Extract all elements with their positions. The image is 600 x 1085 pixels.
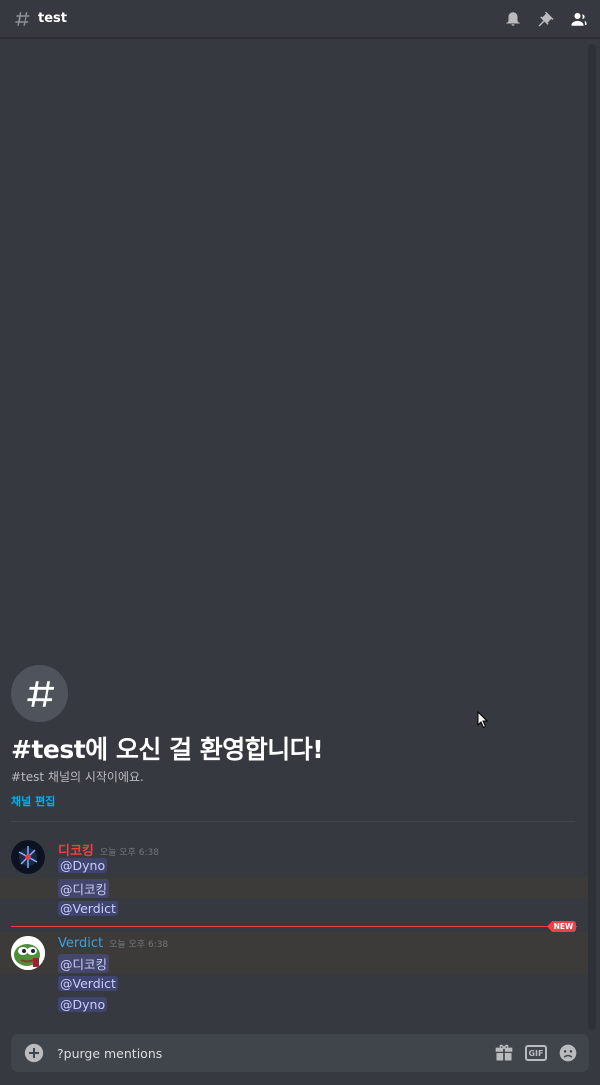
message-header: Verdict 오늘 오후 6:38 (58, 936, 168, 951)
user-mention[interactable]: @Verdict (58, 976, 118, 991)
mouse-cursor-icon (477, 710, 489, 729)
user-mention[interactable]: @Dyno (58, 997, 108, 1012)
welcome-subtitle: #test 채널의 시작이에요. (11, 770, 144, 784)
add-attachment-icon[interactable] (24, 1043, 44, 1063)
new-messages-divider (11, 926, 577, 927)
message-timestamp: 오늘 오후 6:38 (109, 940, 169, 950)
edit-channel-link[interactable]: 채널 편집 (11, 793, 55, 809)
user-mention[interactable]: @Verdict (58, 901, 118, 916)
message-input[interactable] (57, 1038, 493, 1068)
message-line: @Verdict (0, 899, 588, 920)
channel-header: test (0, 0, 600, 38)
gif-button[interactable]: GIF (525, 1045, 547, 1061)
gift-icon[interactable] (493, 1042, 515, 1064)
message-line: @디코킹 (0, 952, 588, 973)
members-icon[interactable] (568, 8, 590, 30)
emoji-icon[interactable] (557, 1042, 579, 1064)
welcome-title: #test에 오신 걸 환영합니다! (11, 735, 324, 764)
scrollbar[interactable] (588, 44, 596, 1030)
message-composer: GIF (11, 1034, 589, 1072)
pin-icon[interactable] (535, 8, 557, 30)
channel-welcome-hash-icon (11, 665, 68, 722)
message-line: @Dyno (0, 995, 588, 1016)
divider (11, 821, 575, 822)
user-mention[interactable]: @디코킹 (58, 879, 110, 898)
channel-name: test (38, 11, 67, 26)
bell-icon[interactable] (502, 8, 524, 30)
user-mention[interactable]: @디코킹 (58, 954, 110, 973)
message-line: @Dyno (0, 856, 588, 877)
user-mention[interactable]: @Dyno (58, 858, 108, 873)
hash-icon (12, 9, 32, 29)
new-messages-badge: NEW (547, 921, 576, 932)
message-line: @Verdict (0, 974, 588, 995)
message-author[interactable]: Verdict (58, 936, 103, 951)
message-line: @디코킹 (0, 877, 588, 898)
